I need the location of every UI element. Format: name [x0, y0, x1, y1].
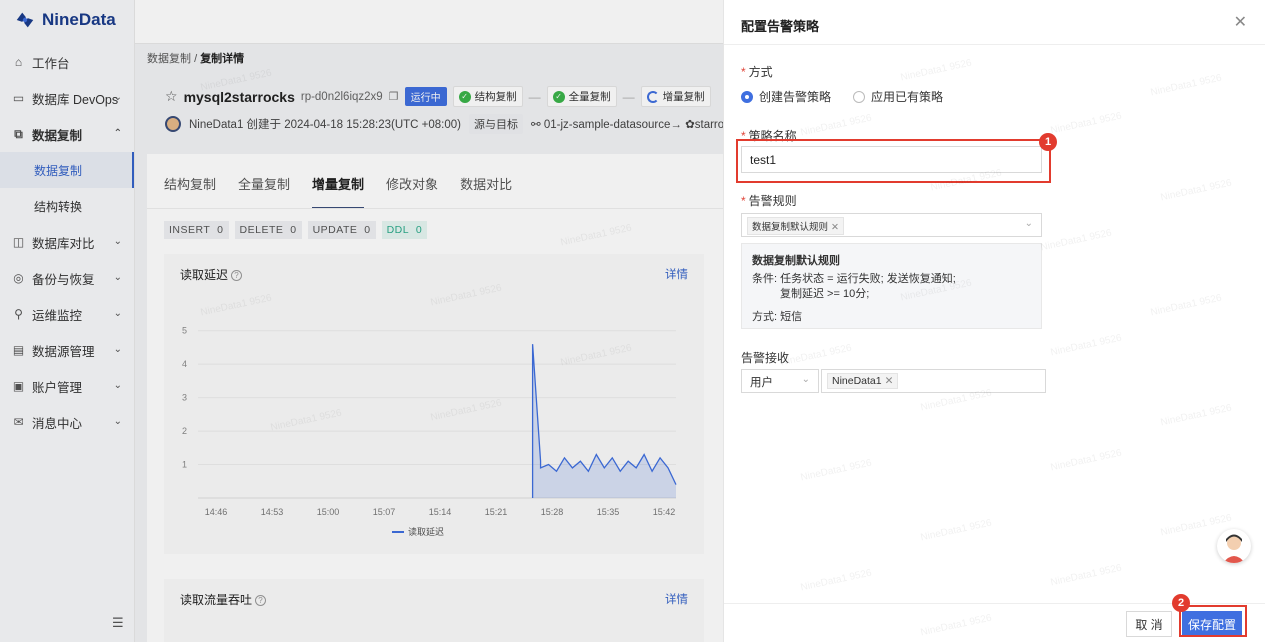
- annotation-badge-1: 1: [1039, 133, 1057, 151]
- rule-condition-2: 复制延迟 >= 10分;: [780, 288, 870, 300]
- drawer-divider: [724, 44, 1265, 45]
- rule-detail-box: 数据复制默认规则 条件: 任务状态 = 运行失败; 发送恢复通知; 复制延迟 >…: [741, 243, 1042, 329]
- rules-label: * 告警规则: [741, 192, 797, 209]
- assistant-icon: [1223, 534, 1245, 563]
- rules-select[interactable]: 数据复制默认规则 ✕ ⌄: [741, 213, 1042, 237]
- receiver-users-select[interactable]: NineData1 ✕: [821, 369, 1046, 393]
- remove-icon[interactable]: ✕: [885, 375, 894, 387]
- mode-label: * 方式: [741, 63, 773, 80]
- assistant-avatar[interactable]: [1217, 529, 1251, 563]
- radio-label[interactable]: 应用已有策略: [871, 88, 943, 105]
- required-mark: *: [741, 194, 746, 208]
- mode-radio-group: 创建告警策略 应用已有策略: [741, 88, 943, 105]
- drawer-title: 配置告警策略: [741, 19, 820, 34]
- radio-create-policy[interactable]: [741, 90, 753, 103]
- alert-policy-drawer: 配置告警策略 ✕ * 方式 创建告警策略 应用已有策略 * 策略名称 test1 1…: [723, 0, 1265, 642]
- rules-label-text: 告警规则: [748, 194, 797, 208]
- rule-title: 数据复制默认规则: [752, 255, 840, 267]
- radio-label[interactable]: 创建告警策略: [759, 88, 831, 105]
- chevron-down-icon: ⌄: [1024, 218, 1033, 229]
- remove-icon[interactable]: ✕: [831, 222, 839, 233]
- modal-overlay[interactable]: [0, 0, 723, 642]
- receiver-type-value: 用户: [750, 377, 773, 389]
- rule-chip: 数据复制默认规则 ✕: [747, 217, 844, 235]
- close-icon[interactable]: ✕: [1234, 12, 1247, 32]
- annotation-badge-2: 2: [1172, 594, 1190, 612]
- receiver-label: 告警接收: [741, 351, 790, 365]
- chevron-down-icon: ⌄: [801, 374, 810, 385]
- user-chip-label: NineData1: [832, 375, 882, 387]
- user-chip: NineData1 ✕: [827, 373, 899, 389]
- radio-apply-existing[interactable]: [853, 90, 866, 103]
- receiver-row: 用户 ⌄ NineData1 ✕: [741, 369, 1046, 393]
- receiver-type-select[interactable]: 用户 ⌄: [741, 369, 819, 393]
- rule-condition: 条件: 任务状态 = 运行失败; 发送恢复通知;: [752, 273, 956, 285]
- mode-label-text: 方式: [748, 65, 773, 79]
- required-mark: *: [741, 65, 746, 79]
- annotation-box-1: [736, 139, 1051, 183]
- rule-chip-label: 数据复制默认规则: [752, 222, 829, 233]
- cancel-button[interactable]: 取 消: [1126, 611, 1172, 637]
- rule-method: 方式: 短信: [752, 311, 803, 323]
- annotation-box-2: [1179, 605, 1247, 637]
